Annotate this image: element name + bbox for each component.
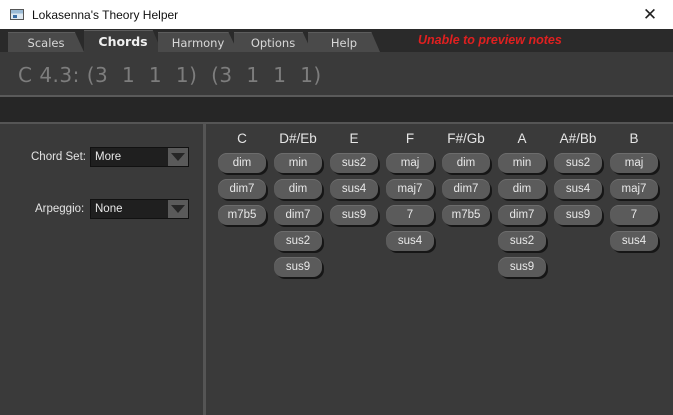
- column-header: B: [629, 131, 639, 146]
- chord-button[interactable]: dim7: [498, 205, 546, 225]
- chord-button[interactable]: sus4: [610, 231, 658, 251]
- panel-divider: [203, 124, 206, 415]
- chord-button[interactable]: dim7: [442, 179, 490, 199]
- chord-button[interactable]: maj: [386, 153, 434, 173]
- tab-help[interactable]: Help: [308, 32, 380, 52]
- column-header: F#/Gb: [447, 131, 485, 146]
- tab-chords[interactable]: Chords: [84, 30, 162, 52]
- chord-button[interactable]: sus4: [386, 231, 434, 251]
- chord-button[interactable]: dim7: [274, 205, 322, 225]
- keyboard-strip: [0, 97, 673, 122]
- chord-button[interactable]: min: [498, 153, 546, 173]
- chord-button[interactable]: sus9: [274, 257, 322, 277]
- chord-set-label: Chord Set:: [31, 151, 86, 163]
- title-bar: Lokasenna's Theory Helper ✕: [0, 0, 673, 29]
- column-header: F: [405, 131, 415, 146]
- tab-scales[interactable]: Scales: [8, 32, 84, 52]
- chord-button[interactable]: m7b5: [218, 205, 266, 225]
- tab-harmony[interactable]: Harmony: [158, 32, 238, 52]
- chord-button[interactable]: m7b5: [442, 205, 490, 225]
- tab-bar: Scales Chords Harmony Options Help Unabl…: [0, 29, 673, 52]
- chord-button[interactable]: sus2: [498, 231, 546, 251]
- chord-button[interactable]: sus9: [554, 205, 602, 225]
- chord-display: C 4.3: (3 1 1 1) (3 1 1 1): [18, 63, 322, 87]
- column-header: A: [517, 131, 527, 146]
- arpeggio-label: Arpeggio:: [35, 203, 85, 215]
- chord-button[interactable]: dim: [442, 153, 490, 173]
- app-window-icon: [10, 9, 24, 20]
- chord-button[interactable]: sus2: [330, 153, 378, 173]
- chord-button[interactable]: min: [274, 153, 322, 173]
- chord-set-value: More: [95, 151, 122, 163]
- chord-button[interactable]: sus2: [274, 231, 322, 251]
- chord-button[interactable]: sus4: [330, 179, 378, 199]
- chord-button[interactable]: sus9: [498, 257, 546, 277]
- arpeggio-value: None: [95, 203, 123, 215]
- tab-options[interactable]: Options: [234, 32, 312, 52]
- chord-button[interactable]: maj7: [386, 179, 434, 199]
- window-title: Lokasenna's Theory Helper: [32, 7, 179, 22]
- chord-info-header: C 4.3: (3 1 1 1) (3 1 1 1): [0, 52, 673, 96]
- chord-button[interactable]: sus2: [554, 153, 602, 173]
- chord-button[interactable]: 7: [386, 205, 434, 225]
- column-header: E: [349, 131, 359, 146]
- chord-set-dropdown[interactable]: More: [90, 147, 189, 167]
- column-header: D#/Eb: [279, 131, 317, 146]
- chevron-down-icon[interactable]: [168, 200, 188, 218]
- chevron-down-icon[interactable]: [168, 148, 188, 166]
- chord-button[interactable]: dim: [274, 179, 322, 199]
- chord-button[interactable]: sus9: [330, 205, 378, 225]
- chord-button[interactable]: dim: [498, 179, 546, 199]
- chord-button[interactable]: sus4: [554, 179, 602, 199]
- close-button[interactable]: ✕: [627, 0, 673, 29]
- chord-button[interactable]: 7: [610, 205, 658, 225]
- chord-button[interactable]: maj: [610, 153, 658, 173]
- preview-status-message: Unable to preview notes: [418, 33, 562, 47]
- chord-button[interactable]: maj7: [610, 179, 658, 199]
- arpeggio-dropdown[interactable]: None: [90, 199, 189, 219]
- chord-button[interactable]: dim7: [218, 179, 266, 199]
- options-panel: Chord Set: More Arpeggio: None: [0, 124, 203, 415]
- column-header: C: [237, 131, 247, 146]
- chord-button[interactable]: dim: [218, 153, 266, 173]
- column-header: A#/Bb: [559, 131, 597, 146]
